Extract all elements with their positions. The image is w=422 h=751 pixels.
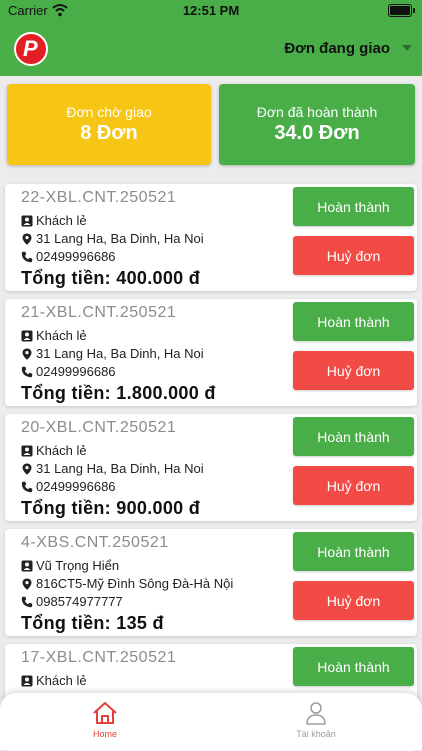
person-icon xyxy=(21,560,33,571)
phone-icon xyxy=(21,251,33,262)
clock: 12:51 PM xyxy=(182,3,240,18)
phone-icon xyxy=(21,596,33,607)
pending-orders-card[interactable]: Đơn chờ giao 8 Đơn xyxy=(7,84,211,165)
phone-number: 02499996686 xyxy=(36,479,116,494)
complete-order-button[interactable]: Hoàn thành xyxy=(293,647,414,686)
order-status-dropdown[interactable]: Đơn đang giao xyxy=(284,36,412,60)
location-pin-icon xyxy=(22,578,32,590)
address-line: 816CT5-Mỹ Đình Sông Đà-Hà Nội xyxy=(21,576,233,591)
completed-orders-count: 34.0 Đơn xyxy=(274,122,360,144)
pending-orders-count: 8 Đơn xyxy=(80,122,138,144)
customer-name: Khách lẻ xyxy=(36,328,87,343)
cancel-order-button[interactable]: Huỷ đơn xyxy=(293,581,414,620)
user-icon xyxy=(306,702,326,725)
complete-order-button[interactable]: Hoàn thành xyxy=(293,187,414,226)
customer-name: Khách lẻ xyxy=(36,673,87,688)
phone-line: 02499996686 xyxy=(21,249,116,264)
tab-home[interactable]: Home xyxy=(65,701,145,739)
customer-line: Khách lẻ xyxy=(21,328,87,343)
customer-name: Vũ Trọng Hiển xyxy=(36,558,120,573)
order-code: 20-XBL.CNT.250521 xyxy=(21,419,177,436)
app-header: P Đơn đang giao xyxy=(0,22,422,76)
address-line: 31 Lang Ha, Ba Dinh, Ha Noi xyxy=(21,461,204,476)
customer-name: Khách lẻ xyxy=(36,443,87,458)
address: 31 Lang Ha, Ba Dinh, Ha Noi xyxy=(36,231,204,246)
customer-name: Khách lẻ xyxy=(36,213,87,228)
order-code: 17-XBL.CNT.250521 xyxy=(21,649,177,666)
customer-line: Khách lẻ xyxy=(21,443,87,458)
location-pin-icon xyxy=(22,233,32,245)
person-icon xyxy=(21,445,33,456)
order-code: 21-XBL.CNT.250521 xyxy=(21,304,177,321)
address: 31 Lang Ha, Ba Dinh, Ha Noi xyxy=(36,346,204,361)
cancel-order-button[interactable]: Huỷ đơn xyxy=(293,236,414,275)
bottom-tab-bar: Home Tài khoản xyxy=(0,693,422,750)
person-icon xyxy=(21,675,33,686)
app-logo: P xyxy=(14,32,48,66)
address-line: 31 Lang Ha, Ba Dinh, Ha Noi xyxy=(21,231,204,246)
phone-line: 02499996686 xyxy=(21,364,116,379)
customer-line: Vũ Trọng Hiển xyxy=(21,558,119,573)
pending-orders-label: Đơn chờ giao xyxy=(66,104,152,120)
complete-order-button[interactable]: Hoàn thành xyxy=(293,532,414,571)
location-pin-icon xyxy=(22,463,32,475)
tab-home-label: Home xyxy=(92,729,117,739)
phone-number: 098574977777 xyxy=(36,594,123,609)
order-total: Tổng tiền: 400.000 đ xyxy=(21,268,201,288)
person-icon xyxy=(21,215,33,226)
complete-order-button[interactable]: Hoàn thành xyxy=(293,417,414,456)
battery-icon xyxy=(388,4,415,17)
address: 816CT5-Mỹ Đình Sông Đà-Hà Nội xyxy=(36,576,234,591)
complete-order-button[interactable]: Hoàn thành xyxy=(293,302,414,341)
phone-line: 02499996686 xyxy=(21,479,116,494)
order-card: 4-XBS.CNT.250521 Vũ Trọng Hiển 816CT5-Mỹ… xyxy=(5,529,417,636)
cancel-order-button[interactable]: Huỷ đơn xyxy=(293,351,414,390)
order-card: 20-XBL.CNT.250521 Khách lẻ 31 Lang Ha, B… xyxy=(5,414,417,521)
order-total: Tổng tiền: 900.000 đ xyxy=(21,498,201,518)
phone-icon xyxy=(21,481,33,492)
order-total: Tổng tiền: 1.800.000 đ xyxy=(21,383,216,403)
person-icon xyxy=(21,330,33,341)
home-icon xyxy=(93,702,117,724)
status-bar: Carrier 12:51 PM xyxy=(0,0,422,22)
tab-account-label: Tài khoản xyxy=(296,729,336,739)
order-card: 21-XBL.CNT.250521 Khách lẻ 31 Lang Ha, B… xyxy=(5,299,417,406)
cancel-order-button[interactable]: Huỷ đơn xyxy=(293,466,414,505)
order-card: 22-XBL.CNT.250521 Khách lẻ 31 Lang Ha, B… xyxy=(5,184,417,291)
order-code: 22-XBL.CNT.250521 xyxy=(21,189,177,206)
chevron-down-icon xyxy=(402,45,412,51)
address: 31 Lang Ha, Ba Dinh, Ha Noi xyxy=(36,461,204,476)
tab-account[interactable]: Tài khoản xyxy=(276,701,356,739)
order-code: 4-XBS.CNT.250521 xyxy=(21,534,169,551)
dropdown-label: Đơn đang giao xyxy=(284,39,390,57)
completed-orders-card[interactable]: Đơn đã hoàn thành 34.0 Đơn xyxy=(219,84,415,165)
completed-orders-label: Đơn đã hoàn thành xyxy=(256,104,378,120)
order-total: Tổng tiền: 135 đ xyxy=(21,613,164,633)
location-pin-icon xyxy=(22,348,32,360)
customer-line: Khách lẻ xyxy=(21,213,87,228)
address-line: 31 Lang Ha, Ba Dinh, Ha Noi xyxy=(21,346,204,361)
customer-line: Khách lẻ xyxy=(21,673,87,688)
phone-number: 02499996686 xyxy=(36,249,116,264)
phone-line: 098574977777 xyxy=(21,594,123,609)
phone-number: 02499996686 xyxy=(36,364,116,379)
phone-icon xyxy=(21,366,33,377)
